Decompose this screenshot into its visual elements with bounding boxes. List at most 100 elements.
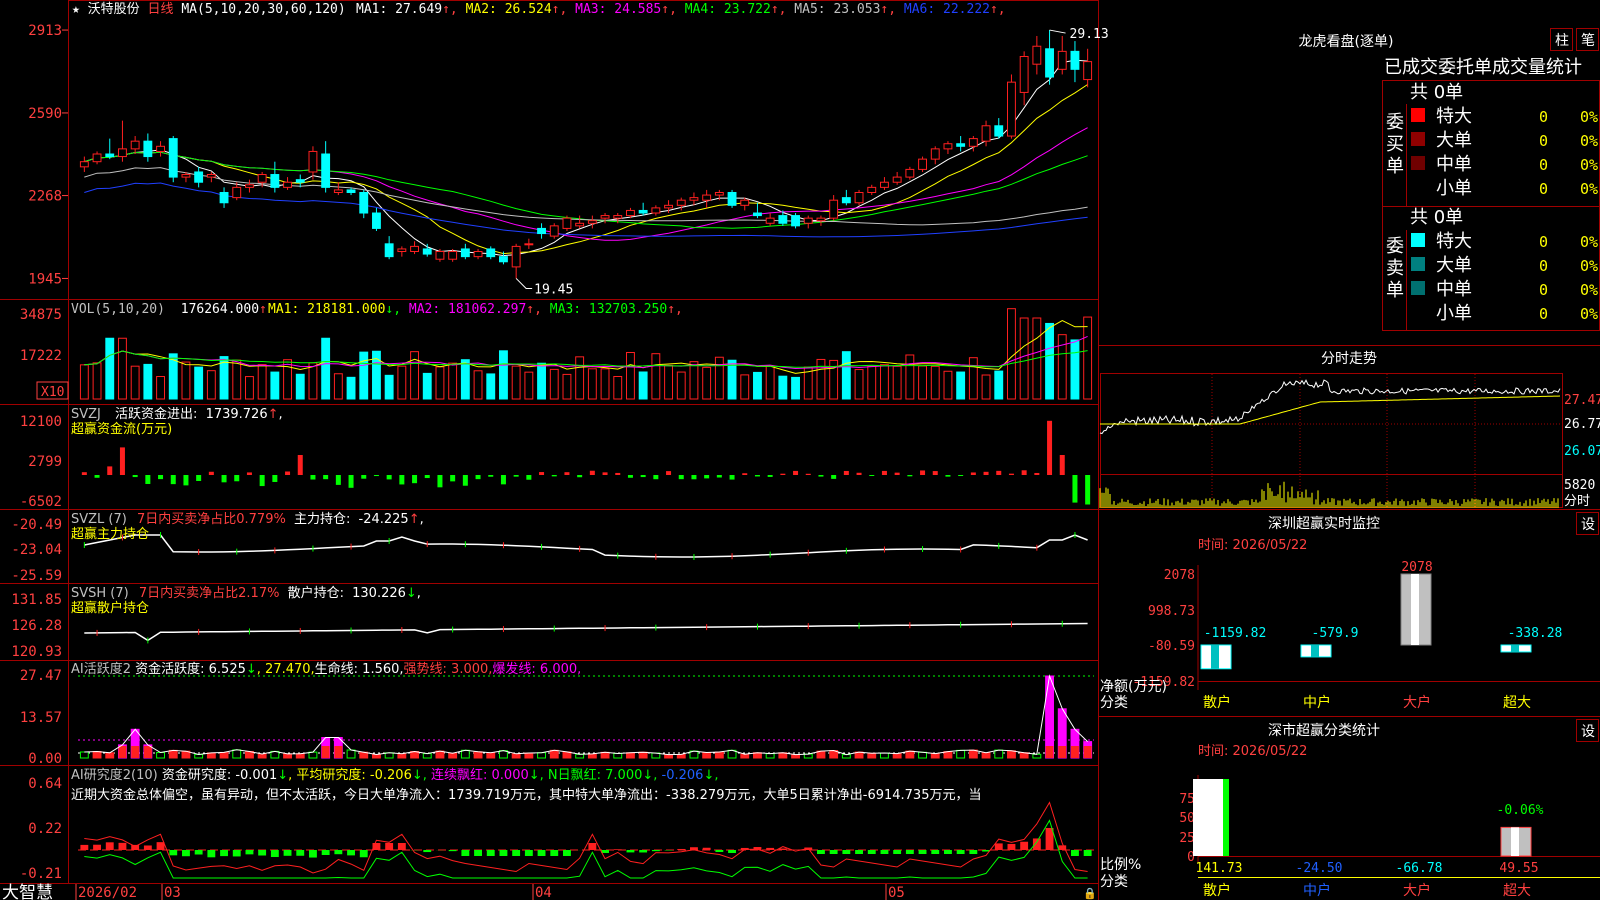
- fund-flow-bar: [539, 472, 545, 475]
- classify-bar: [1193, 779, 1227, 856]
- candle-body: [829, 199, 839, 219]
- activity-bar: [257, 753, 267, 759]
- lock-icon[interactable]: 🔒: [1083, 887, 1097, 900]
- ma-line-10: [84, 84, 1088, 255]
- candle-body: [1019, 55, 1029, 93]
- intraday-chart[interactable]: [1099, 373, 1563, 509]
- fund-flow-bar: [805, 473, 811, 475]
- candle-body: [537, 227, 546, 235]
- ai-activity-panel[interactable]: [78, 674, 1094, 759]
- candle-body: [283, 181, 292, 188]
- candle-body: [448, 251, 458, 260]
- price-tick: 2913: [28, 23, 62, 39]
- candle-body: [1045, 48, 1054, 78]
- order-category: 小单: [1436, 178, 1472, 199]
- candle-body: [867, 186, 877, 193]
- monitor-category: 超大: [1503, 695, 1531, 711]
- research-bar: [80, 844, 89, 850]
- order-count: 0: [1539, 156, 1548, 174]
- research-bar: [537, 850, 546, 856]
- candle-body: [651, 207, 661, 214]
- activity-bar: [1045, 675, 1054, 759]
- vol-ma-1: MA1: 218181.000: [268, 302, 385, 317]
- volume-bar: [626, 351, 635, 400]
- activity-bar: [511, 753, 521, 759]
- ai-research-tick-top: 0.64: [28, 776, 62, 792]
- monitor-tick: 2078: [1164, 568, 1195, 583]
- activity-bar: [232, 749, 242, 759]
- candle-body: [194, 171, 204, 183]
- side-label-char: 委: [1386, 236, 1404, 257]
- volume-bar: [956, 371, 966, 400]
- stock-name: 沃特股份: [88, 2, 140, 17]
- volume-panel[interactable]: [79, 308, 1093, 400]
- research-bar: [194, 850, 203, 855]
- favorite-star-icon: ★: [72, 2, 80, 17]
- low-marker: [515, 278, 533, 289]
- svzl-main-position-panel[interactable]: [83, 532, 1088, 560]
- order-category: 特大: [1436, 106, 1472, 127]
- candle-body: [689, 197, 699, 201]
- candle-body: [638, 209, 648, 214]
- research-bar: [347, 850, 355, 856]
- research-bar: [397, 843, 406, 850]
- candle-body: [905, 168, 915, 178]
- side-label-char: 单: [1386, 156, 1404, 177]
- activity-bar: [867, 752, 877, 759]
- research-bar: [855, 850, 863, 854]
- monitor-time: 时间: 2026/05/22: [1198, 538, 1307, 553]
- tab-orders[interactable]: 委托单: [1438, 57, 1492, 78]
- svzj-fund-flow-panel[interactable]: [81, 420, 1091, 505]
- research-bar: [321, 850, 330, 855]
- fund-flow-bar: [856, 472, 862, 475]
- longhu-tabs[interactable]: 已成交 委托单 成交量 统计: [1384, 57, 1582, 78]
- order-color-swatch: [1411, 156, 1425, 170]
- svzl-subtitle: 超赢主力持仓: [71, 526, 149, 542]
- svzl-tick-bottom: -25.59: [11, 568, 62, 584]
- monitor-value-label: 2078: [1401, 560, 1432, 575]
- tab-volume[interactable]: 成交量: [1492, 57, 1546, 78]
- activity-bar-base: [1071, 746, 1079, 758]
- candle-body: [562, 217, 572, 229]
- activity-bar: [549, 749, 559, 759]
- candle-body: [435, 251, 445, 260]
- price-candlestick-panel[interactable]: 29.13 19.45: [79, 27, 1109, 297]
- order-category: 小单: [1436, 303, 1472, 324]
- intraday-price-line: [1099, 379, 1561, 435]
- volume-bar: [638, 371, 648, 400]
- classify-category: 超大: [1503, 883, 1531, 899]
- fund-flow-bar: [81, 472, 87, 475]
- tab-stats[interactable]: 统计: [1546, 57, 1582, 78]
- classify-title: 深市超赢分类统计: [1268, 722, 1380, 739]
- activity-bar: [346, 749, 356, 759]
- fund-flow-bar: [551, 475, 557, 477]
- volume-bar: [257, 364, 267, 400]
- activity-bar: [105, 752, 115, 759]
- monitor-bar-highlight: [1311, 645, 1319, 657]
- pen-toggle-label: 笔: [1581, 33, 1595, 49]
- fund-flow-bar: [234, 475, 240, 482]
- classify-bar-edge: [1223, 779, 1229, 856]
- volume-bar: [92, 362, 102, 400]
- tab-filled[interactable]: 已成交: [1384, 57, 1438, 78]
- candle-body: [803, 217, 813, 224]
- ma-value-5: MA5: 23.053: [786, 2, 880, 17]
- ai-research-panel[interactable]: [78, 801, 1094, 879]
- fund-flow-bar: [1059, 455, 1065, 475]
- fund-flow-bar: [653, 475, 659, 480]
- candle-body: [880, 181, 889, 188]
- monitor-title: 深圳超赢实时监控: [1268, 515, 1380, 532]
- volume-bar: [791, 376, 800, 400]
- research-bar: [778, 848, 787, 850]
- candle-body: [626, 209, 635, 217]
- research-bar: [880, 850, 889, 854]
- order-color-swatch: [1411, 281, 1425, 295]
- main-chart-canvas[interactable]: 29.13 19.45 2913 2590 2268 1945 ★ 沃特股份 日线 MA…: [0, 0, 1600, 900]
- svzl-tick-mid: -23.04: [11, 542, 62, 558]
- volume-bar: [740, 374, 750, 400]
- fund-flow-bar: [983, 471, 989, 475]
- research-bar: [283, 850, 292, 856]
- svzj-tick-mid: 2799: [28, 454, 62, 470]
- research-bar: [423, 850, 432, 853]
- svsh-retail-position-panel[interactable]: [84, 620, 1088, 644]
